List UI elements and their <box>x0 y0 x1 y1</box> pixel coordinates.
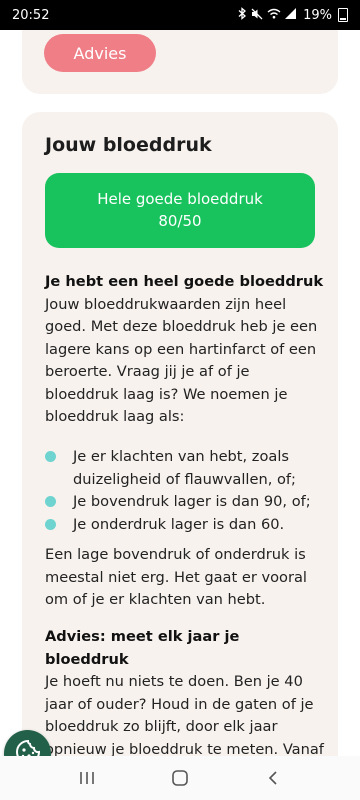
home-button[interactable] <box>165 763 195 793</box>
back-icon <box>269 771 277 785</box>
battery-percentage: 19% <box>303 7 332 23</box>
recent-apps-button[interactable] <box>72 763 102 793</box>
section-good-pressure: Je hebt een heel goede bloeddruk Jouw bl… <box>45 271 327 429</box>
list-item: Je bovendruk lager is dan 90, of; <box>45 491 327 514</box>
cookie-icon <box>14 738 42 756</box>
home-icon <box>172 770 188 786</box>
status-right: 19% <box>238 7 348 23</box>
status-icons <box>238 7 297 23</box>
blood-pressure-card: Jouw bloeddruk Hele goede bloeddruk 80/5… <box>22 112 338 756</box>
list-item: Je onderdruk lager is dan 60. <box>45 514 327 537</box>
blood-pressure-status: Hele goede bloeddruk <box>97 190 263 208</box>
battery-icon <box>338 8 348 22</box>
bullet-dot-icon <box>45 518 56 530</box>
bullet-dot-icon <box>45 496 56 507</box>
content-area: Advies Jouw bloeddruk Hele goede bloeddr… <box>0 30 360 756</box>
section-heading: Advies: meet elk jaar je bloeddruk <box>45 628 240 668</box>
section-body: Jouw bloeddrukwaarden zijn heel goed. Me… <box>45 295 318 426</box>
low-pressure-list: Je er klachten van hebt, zoals duizeligh… <box>45 446 327 536</box>
navigation-bar <box>0 756 360 800</box>
section-heading: Je hebt een heel goede bloeddruk <box>45 273 324 290</box>
section-advice: Advies: meet elk jaar je bloeddruk Je ho… <box>45 626 327 756</box>
card-title: Jouw bloeddruk <box>45 134 212 156</box>
list-item-text: Je er klachten van hebt, zoals duizeligh… <box>73 448 296 488</box>
list-item: Je er klachten van hebt, zoals duizeligh… <box>45 446 327 491</box>
blood-pressure-banner: Hele goede bloeddruk 80/50 <box>45 173 315 248</box>
status-time: 20:52 <box>12 7 50 23</box>
wifi-icon <box>267 8 281 22</box>
list-item-text: Je bovendruk lager is dan 90, of; <box>73 493 311 510</box>
section-footer: Een lage bovendruk of onderdruk is meest… <box>45 546 307 608</box>
section-body: Je hoeft nu niets te doen. Ben je 40 jaa… <box>45 673 324 756</box>
blood-pressure-value: 80/50 <box>158 212 202 230</box>
advice-button[interactable]: Advies <box>44 34 156 72</box>
back-button[interactable] <box>258 763 288 793</box>
mute-icon <box>251 8 263 23</box>
bluetooth-icon <box>238 7 247 23</box>
signal-icon <box>285 8 297 22</box>
status-bar: 20:52 19% <box>0 0 360 30</box>
list-item-text: Je onderdruk lager is dan 60. <box>73 515 285 533</box>
advice-card: Advies <box>22 30 338 94</box>
bullet-dot-icon <box>45 451 56 462</box>
recent-apps-icon <box>79 772 94 784</box>
